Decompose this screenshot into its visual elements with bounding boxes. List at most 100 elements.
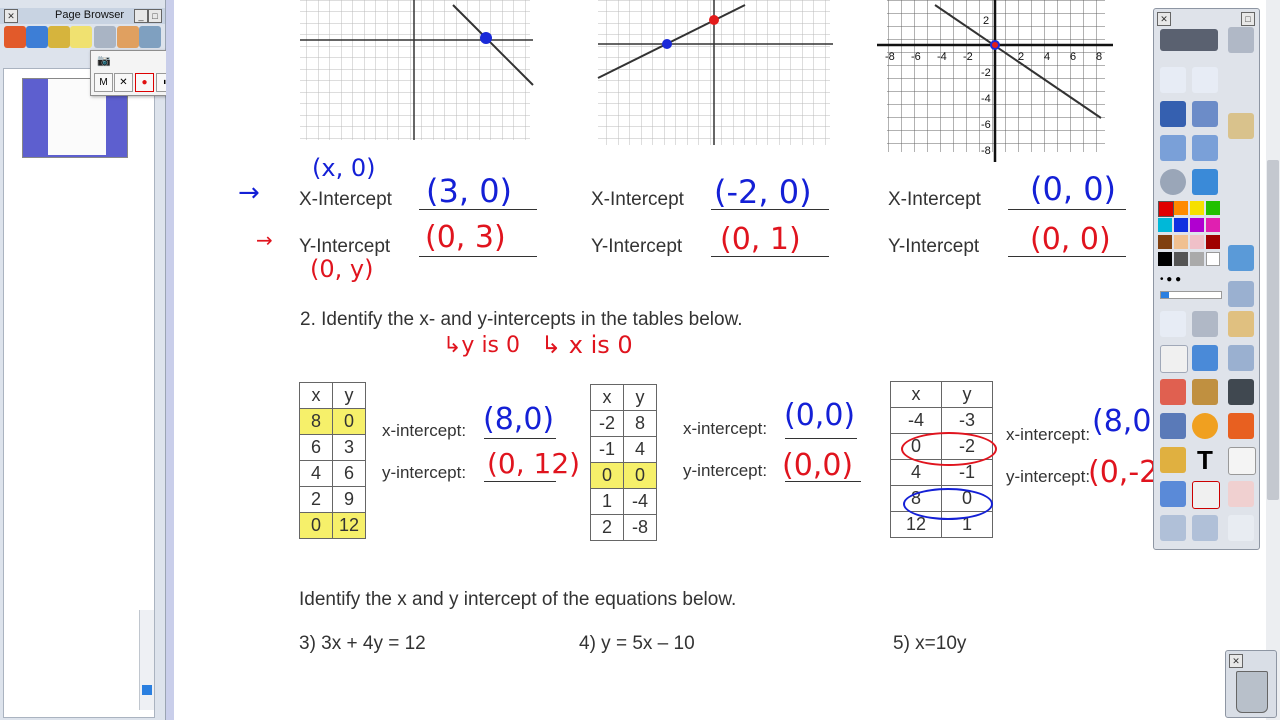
insert-icon[interactable] <box>1228 245 1254 271</box>
handwriting-icon[interactable] <box>1160 101 1186 127</box>
data-table-2: xy -2 8 -1 4 00 1 -4 2 -8 <box>590 384 657 541</box>
tick-label: -6 <box>981 119 991 131</box>
table-cell: 4 <box>299 460 333 487</box>
screen-capture-icon[interactable] <box>1192 67 1218 93</box>
tick-label: 6 <box>1070 51 1076 63</box>
undo-icon[interactable] <box>1160 515 1186 541</box>
marker-icon[interactable] <box>1192 345 1218 371</box>
addon-icon[interactable] <box>139 26 161 48</box>
table-cell: -4 <box>623 488 657 515</box>
tools-icon[interactable] <box>1192 311 1218 337</box>
line-icon[interactable] <box>1160 413 1186 439</box>
cyan-swatch[interactable] <box>1158 218 1172 232</box>
flash-icon[interactable] <box>1228 413 1254 439</box>
media-icon[interactable] <box>1160 447 1186 473</box>
x-intercept-label: X-Intercept <box>299 189 392 210</box>
white-swatch[interactable] <box>1206 252 1220 266</box>
page-sorter-icon[interactable] <box>1160 67 1186 93</box>
tick-label: -6 <box>911 51 921 63</box>
highlighter-icon[interactable] <box>1228 113 1254 139</box>
equation-3: 3) 3x + 4y = 12 <box>299 633 426 654</box>
table-cell: 0 <box>332 408 366 435</box>
rotate-icon[interactable] <box>1192 169 1218 195</box>
page-browser-scrollbar[interactable] <box>139 610 154 710</box>
play-icon[interactable] <box>1160 169 1186 195</box>
scrollbar-thumb[interactable] <box>1267 160 1279 500</box>
new-page-icon[interactable] <box>1228 447 1256 475</box>
cancel-button[interactable]: ✕ <box>114 73 133 92</box>
spotlight-icon[interactable] <box>1228 345 1254 371</box>
dark-red-swatch[interactable] <box>1206 235 1220 249</box>
close-icon[interactable]: ✕ <box>1229 654 1243 668</box>
shape-icon[interactable] <box>1192 413 1218 439</box>
y-intercept-answer: (0,0) <box>782 448 854 483</box>
yellow-swatch[interactable] <box>1190 201 1204 215</box>
previous-page-icon[interactable] <box>1160 135 1186 161</box>
record-button[interactable]: ● <box>135 73 154 92</box>
red-swatch[interactable] <box>1158 201 1174 217</box>
share-icon[interactable] <box>1160 29 1218 51</box>
orange-swatch[interactable] <box>1174 201 1188 215</box>
attachment-icon[interactable] <box>48 26 70 48</box>
document-icon[interactable] <box>117 26 139 48</box>
tick-label: -4 <box>981 93 991 105</box>
x-intercept-label: X-Intercept <box>591 189 684 210</box>
magenta-swatch[interactable] <box>1206 218 1220 232</box>
green-swatch[interactable] <box>1206 201 1220 215</box>
x-intercept-answer: (0,0) <box>784 398 856 433</box>
mode-button[interactable]: M <box>94 73 113 92</box>
black-swatch[interactable] <box>1158 252 1172 266</box>
magic-ink-icon[interactable] <box>1228 311 1254 337</box>
table-cell: 12 <box>332 512 366 539</box>
page-browser-toolbar <box>2 26 162 52</box>
close-icon[interactable]: ✕ <box>4 9 18 23</box>
text-icon[interactable]: T <box>1192 447 1218 473</box>
question-2-text: 2. Identify the x- and y-intercepts in t… <box>300 309 743 330</box>
answer-line <box>484 438 556 439</box>
pdf-icon[interactable] <box>1228 481 1254 507</box>
expand-icon[interactable]: □ <box>1241 12 1255 26</box>
page-icon[interactable] <box>4 26 26 48</box>
magic-pen-icon[interactable] <box>1192 101 1218 127</box>
equation-4: 4) y = 5x – 10 <box>579 633 695 654</box>
fill-icon[interactable] <box>1192 379 1218 405</box>
trash-icon[interactable] <box>1236 671 1268 713</box>
select-icon[interactable] <box>1160 311 1186 337</box>
tan-swatch[interactable] <box>1174 235 1188 249</box>
close-icon[interactable]: ✕ <box>1157 12 1171 26</box>
gallery-icon[interactable] <box>26 26 48 48</box>
graph-3: -8 -6 -4 -2 2 4 6 8 2 -2 -4 -6 -8 <box>877 0 1113 162</box>
eraser-icon[interactable] <box>1160 379 1186 405</box>
blue-swatch[interactable] <box>1174 218 1188 232</box>
table-cell: -8 <box>623 514 657 541</box>
pen-size-selector[interactable]: • ● ● <box>1160 274 1220 286</box>
clear-icon[interactable] <box>1160 481 1186 507</box>
redo-icon[interactable] <box>1192 515 1218 541</box>
maximize-icon[interactable]: □ <box>148 9 162 23</box>
scrollbar-thumb[interactable] <box>142 685 152 695</box>
purple-swatch[interactable] <box>1190 218 1204 232</box>
y-intercept-label: Y-Intercept <box>888 236 980 257</box>
pink-swatch[interactable] <box>1190 235 1204 249</box>
pen-icon[interactable] <box>1160 345 1188 373</box>
properties-icon[interactable] <box>94 26 116 48</box>
minimize-icon[interactable]: _ <box>134 9 148 23</box>
thumbnail-list <box>3 68 155 718</box>
next-page-icon[interactable] <box>1192 135 1218 161</box>
print-icon[interactable] <box>1228 515 1254 541</box>
reset-icon[interactable] <box>1192 481 1220 509</box>
x-intercept-answer: (0, 0) <box>1030 170 1117 208</box>
x-intercept-label: X-Intercept <box>888 189 981 210</box>
brown-swatch[interactable] <box>1158 235 1172 249</box>
camera-icon[interactable] <box>1228 379 1254 405</box>
dark-gray-swatch[interactable] <box>1174 252 1188 266</box>
x-intercept-label: x-intercept: <box>683 419 768 438</box>
settings-icon[interactable] <box>1228 27 1254 53</box>
x-intercept-answer: (3, 0) <box>426 172 513 210</box>
answer-line <box>1008 209 1126 210</box>
gray-swatch[interactable] <box>1190 252 1204 266</box>
table-cell: -4 <box>890 407 942 434</box>
transparency-slider[interactable] <box>1160 291 1222 299</box>
screen-shade-icon[interactable] <box>1228 281 1254 307</box>
notes-icon[interactable] <box>70 26 92 48</box>
